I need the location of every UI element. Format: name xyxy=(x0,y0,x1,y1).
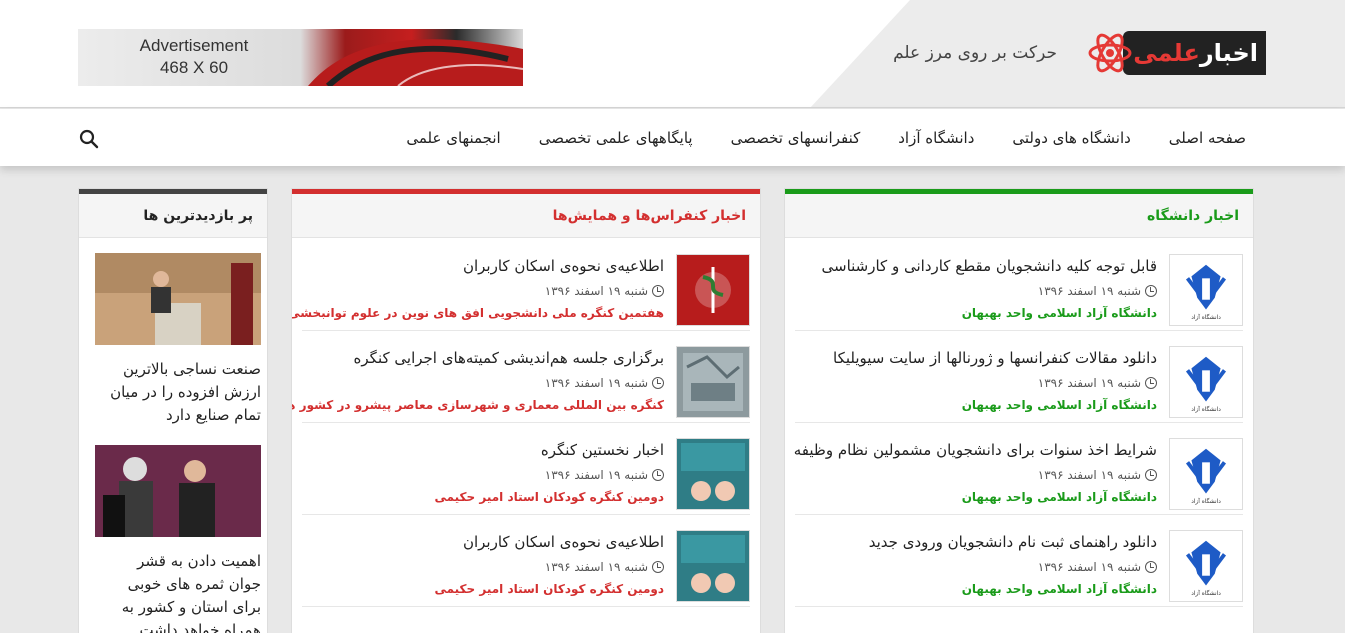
list-item[interactable]: دانشگاه آزاد قابل توجه کلیه دانشجویان مق… xyxy=(795,239,1243,331)
news-thumbnail xyxy=(676,346,750,418)
news-thumbnail xyxy=(676,254,750,326)
news-source[interactable]: دانشگاه آزاد اسلامی واحد بهبهان xyxy=(962,398,1157,412)
list-item[interactable]: دانشگاه آزاد دانلود مقالات کنفرانسها و ژ… xyxy=(795,331,1243,423)
list-item[interactable]: اطلاعیه‌ی نحوه‌ی اسکان کاربران شنبه ۱۹ ا… xyxy=(302,515,750,607)
svg-text:دانشگاه آزاد: دانشگاه آزاد xyxy=(1191,313,1221,321)
nav-item-scientific-associations[interactable]: انجمنهای علمی xyxy=(406,129,500,147)
clock-icon xyxy=(652,469,664,481)
atom-icon xyxy=(1088,33,1132,73)
news-photo xyxy=(95,253,261,345)
conference-news-heading: اخبار کنفراس‌ها و همایش‌ها xyxy=(292,189,760,238)
site-header: اخبار علمی حرکت بر روی مرز علم Advertisem… xyxy=(0,0,1345,108)
nav-item-home[interactable]: صفحه اصلی xyxy=(1169,129,1246,147)
news-photo xyxy=(95,445,261,537)
search-icon[interactable] xyxy=(78,128,100,150)
news-thumbnail xyxy=(676,530,750,602)
news-date: شنبه ۱۹ اسفند ۱۳۹۶ xyxy=(545,284,664,298)
azad-university-logo: دانشگاه آزاد xyxy=(1169,530,1243,602)
news-date: شنبه ۱۹ اسفند ۱۳۹۶ xyxy=(1038,376,1157,390)
news-thumbnail xyxy=(676,438,750,510)
svg-text:دانشگاه آزاد: دانشگاه آزاد xyxy=(1191,405,1221,413)
news-date: شنبه ۱۹ اسفند ۱۳۹۶ xyxy=(545,560,664,574)
list-item[interactable]: دانشگاه آزاد دانلود راهنمای ثبت نام دانش… xyxy=(795,515,1243,607)
logo-word-akhbar: اخبار xyxy=(1199,39,1258,67)
news-date: شنبه ۱۹ اسفند ۱۳۹۶ xyxy=(1038,468,1157,482)
news-date: شنبه ۱۹ اسفند ۱۳۹۶ xyxy=(1038,284,1157,298)
news-date: شنبه ۱۹ اسفند ۱۳۹۶ xyxy=(1038,560,1157,574)
advertisement-banner[interactable]: Advertisement 468 X 60 xyxy=(78,29,523,86)
news-source[interactable]: دومین کنگره کودکان استاد امیر حکیمی xyxy=(434,582,664,596)
news-source[interactable]: دومین کنگره کودکان استاد امیر حکیمی xyxy=(434,490,664,504)
nav-item-azad-university[interactable]: دانشگاه آزاد xyxy=(898,129,974,147)
list-item[interactable]: اهمیت دادن به قشر جوان ثمره های خوبی برا… xyxy=(95,445,261,633)
logo-wordmark: اخبار علمی xyxy=(1123,31,1266,75)
ad-label: Advertisement 468 X 60 xyxy=(139,36,249,77)
news-title[interactable]: قابل توجه کلیه دانشجویان مقطع کاردانی و … xyxy=(822,257,1158,275)
list-item[interactable]: دانشگاه آزاد شرایط اخذ سنوات برای دانشجو… xyxy=(794,423,1243,515)
site-slogan: حرکت بر روی مرز علم xyxy=(893,43,1057,63)
news-title[interactable]: صنعت نساجی بالاترین ارزش افزوده را در می… xyxy=(95,358,261,427)
logo-word-elmi: علمی xyxy=(1133,39,1200,67)
list-item[interactable]: اخبار نخستین کنگره شنبه ۱۹ اسفند ۱۳۹۶ دو… xyxy=(302,423,750,515)
site-logo[interactable]: اخبار علمی xyxy=(1087,30,1266,76)
news-source[interactable]: دانشگاه آزاد اسلامی واحد بهبهان xyxy=(962,306,1157,320)
news-title[interactable]: اطلاعیه‌ی نحوه‌ی اسکان کاربران xyxy=(463,257,664,275)
clock-icon xyxy=(652,561,664,573)
list-item[interactable]: اطلاعیه‌ی نحوه‌ی اسکان کاربران شنبه ۱۹ ا… xyxy=(292,239,750,331)
news-title[interactable]: اخبار نخستین کنگره xyxy=(541,441,664,459)
news-date: شنبه ۱۹ اسفند ۱۳۹۶ xyxy=(545,376,664,390)
clock-icon xyxy=(1145,377,1157,389)
news-title[interactable]: اهمیت دادن به قشر جوان ثمره های خوبی برا… xyxy=(95,550,261,633)
most-visited-heading: پر بازدیدترین ها xyxy=(79,189,267,238)
news-title[interactable]: دانلود مقالات کنفرانسها و ژورنالها از سا… xyxy=(833,349,1157,367)
clock-icon xyxy=(1145,469,1157,481)
ad-graphic xyxy=(308,39,523,86)
news-title[interactable]: دانلود راهنمای ثبت نام دانشجویان ورودی ج… xyxy=(869,533,1157,551)
news-source[interactable]: هفتمین کنگره ملی دانشجویی افق های نوین د… xyxy=(292,306,664,320)
clock-icon xyxy=(1145,285,1157,297)
most-visited-panel: پر بازدیدترین ها صنعت نساجی بالاترین ارز… xyxy=(78,188,268,633)
list-item[interactable]: برگزاری جلسه هم‌اندیشی کمیته‌های اجرایی … xyxy=(292,331,750,423)
news-title[interactable]: شرایط اخذ سنوات برای دانشجویان مشمولین ن… xyxy=(794,441,1157,459)
azad-university-logo: دانشگاه آزاد xyxy=(1169,254,1243,326)
nav-item-conferences[interactable]: کنفرانسهای تخصصی xyxy=(731,129,861,147)
clock-icon xyxy=(1145,561,1157,573)
conference-news-panel: اخبار کنفراس‌ها و همایش‌ها اطلاعیه‌ی نحو… xyxy=(291,188,761,633)
nav-menu: صفحه اصلی دانشگاه های دولتی دانشگاه آزاد… xyxy=(406,109,1246,166)
university-news-heading: اخبار دانشگاه xyxy=(785,189,1253,238)
clock-icon xyxy=(652,285,664,297)
clock-icon xyxy=(652,377,664,389)
main-nav: صفحه اصلی دانشگاه های دولتی دانشگاه آزاد… xyxy=(0,109,1345,166)
news-source[interactable]: دانشگاه آزاد اسلامی واحد بهبهان xyxy=(962,582,1157,596)
news-date: شنبه ۱۹ اسفند ۱۳۹۶ xyxy=(545,468,664,482)
university-news-panel: اخبار دانشگاه دانشگاه آزاد قابل توجه کلی… xyxy=(784,188,1254,633)
news-source[interactable]: دانشگاه آزاد اسلامی واحد بهبهان xyxy=(962,490,1157,504)
azad-university-logo: دانشگاه آزاد xyxy=(1169,346,1243,418)
svg-text:دانشگاه آزاد: دانشگاه آزاد xyxy=(1191,497,1221,505)
nav-item-state-universities[interactable]: دانشگاه های دولتی xyxy=(1012,129,1130,147)
azad-university-logo: دانشگاه آزاد xyxy=(1169,438,1243,510)
svg-text:دانشگاه آزاد: دانشگاه آزاد xyxy=(1191,589,1221,597)
nav-item-scientific-databases[interactable]: پایگاههای علمی تخصصی xyxy=(539,129,693,147)
news-source[interactable]: کنگره بین المللی معماری و شهرسازی معاصر … xyxy=(292,398,664,412)
news-title[interactable]: برگزاری جلسه هم‌اندیشی کمیته‌های اجرایی … xyxy=(354,349,664,367)
news-title[interactable]: اطلاعیه‌ی نحوه‌ی اسکان کاربران xyxy=(463,533,664,551)
list-item[interactable]: صنعت نساجی بالاترین ارزش افزوده را در می… xyxy=(95,253,261,427)
